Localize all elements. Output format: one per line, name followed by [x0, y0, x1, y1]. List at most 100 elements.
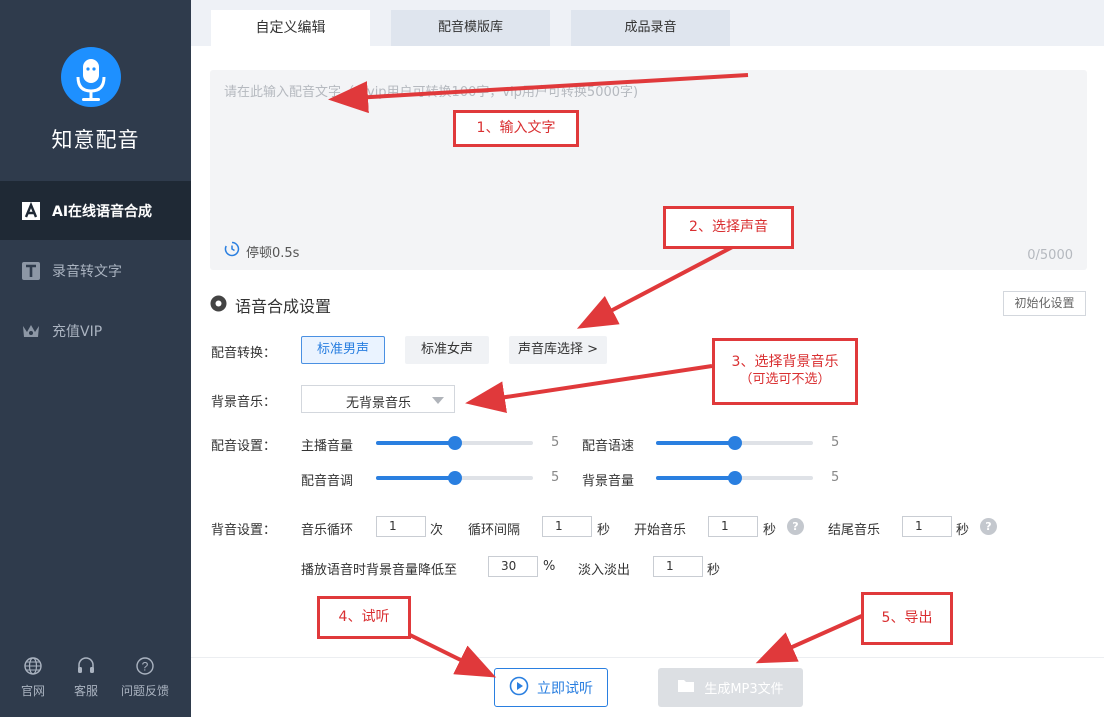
- official-site-link[interactable]: 官网: [5, 656, 61, 699]
- start-music-input[interactable]: 1: [708, 516, 758, 537]
- bg-settings-label: 背音设置：: [211, 523, 277, 538]
- voice-library-button[interactable]: 声音库选择 >: [509, 336, 607, 364]
- pitch-value: 5: [551, 470, 560, 485]
- bgm-volume-value: 5: [831, 470, 840, 485]
- slider-label-host-volume: 主播音量: [301, 439, 354, 454]
- host-volume-value: 5: [551, 435, 560, 450]
- crown-icon: [21, 321, 40, 340]
- start-music-help-icon[interactable]: ?: [787, 518, 804, 535]
- host-volume-slider[interactable]: [376, 436, 533, 450]
- duck-unit: %: [543, 559, 556, 574]
- annotation-step-3: 3、选择背景音乐 （可选可不选）: [712, 338, 858, 405]
- play-label: 立即试听: [537, 680, 593, 697]
- voice-label: 配音转换：: [211, 346, 277, 361]
- folder-icon: [677, 678, 695, 697]
- end-music-help-icon[interactable]: ?: [980, 518, 997, 535]
- slider-fill: [376, 441, 455, 445]
- slider-fill: [656, 476, 735, 480]
- voice-standard-female-button[interactable]: 标准女声: [405, 336, 489, 364]
- end-music-label: 结尾音乐: [828, 523, 881, 538]
- slider-label-pitch: 配音音调: [301, 474, 354, 489]
- sidebar-item-speech-to-text[interactable]: 录音转文字: [0, 241, 191, 300]
- tab-custom-edit[interactable]: 自定义编辑: [211, 10, 370, 46]
- duck-label: 播放语音时背景音量降低至: [301, 563, 458, 578]
- tab-finished-recordings[interactable]: 成品录音: [571, 10, 730, 46]
- text-editor[interactable]: 请在此输入配音文字（非vip用户可转换100字，vip用户可转换5000字) 停…: [210, 70, 1087, 270]
- end-music-unit: 秒: [956, 523, 970, 538]
- bottom-link-label: 官网: [20, 684, 45, 698]
- text-a-icon: [21, 201, 40, 220]
- loop-label: 音乐循环: [301, 523, 354, 538]
- speed-slider[interactable]: [656, 436, 813, 450]
- annotation-step-3-note: （可选可不选）: [739, 372, 831, 387]
- globe-icon: [5, 656, 61, 678]
- annotation-step-4: 4、试听: [317, 596, 411, 639]
- slider-thumb[interactable]: [447, 471, 462, 485]
- interval-label: 循环间隔: [468, 523, 521, 538]
- loop-interval-input[interactable]: 1: [542, 516, 592, 537]
- annotation-step-5: 5、导出: [861, 592, 953, 645]
- sidebar-item-label: 充值VIP: [52, 323, 103, 340]
- settings-title-text: 语音合成设置: [235, 297, 332, 316]
- pause-label: 停顿0.5s: [246, 245, 300, 261]
- char-count: 0/5000: [1027, 248, 1073, 263]
- pitch-slider[interactable]: [376, 471, 533, 485]
- sidebar-item-label: 录音转文字: [52, 263, 122, 280]
- fade-label: 淡入淡出: [578, 563, 631, 578]
- bgm-select[interactable]: 无背景音乐: [301, 385, 455, 413]
- speed-value: 5: [831, 435, 840, 450]
- app-logo-microphone-icon: [61, 47, 121, 107]
- start-music-label: 开始音乐: [634, 523, 687, 538]
- reset-settings-button[interactable]: 初始化设置: [1003, 291, 1086, 316]
- duck-volume-input[interactable]: 30: [488, 556, 538, 577]
- sidebar-item-vip[interactable]: 充值VIP: [0, 301, 191, 360]
- slider-fill: [376, 476, 455, 480]
- pause-insert-button[interactable]: 停顿0.5s: [224, 241, 299, 261]
- interval-unit: 秒: [597, 523, 611, 538]
- app-name: 知意配音: [51, 128, 140, 152]
- question-icon: ?: [115, 656, 175, 678]
- bottom-link-label: 问题反馈: [120, 684, 169, 698]
- bgm-volume-slider[interactable]: [656, 471, 813, 485]
- feedback-link[interactable]: ? 问题反馈: [115, 656, 175, 699]
- fade-unit: 秒: [707, 563, 721, 578]
- sidebar-item-ai-tts[interactable]: AI在线语音合成: [0, 181, 191, 240]
- export-label: 生成MP3文件: [704, 682, 784, 697]
- tabs-bar: 自定义编辑 配音模版库 成品录音: [191, 0, 1104, 46]
- bgm-label: 背景音乐：: [211, 395, 277, 410]
- slider-fill: [656, 441, 735, 445]
- annotation-step-2: 2、选择声音: [663, 206, 794, 249]
- sidebar-bottom-links: 官网 客服 ? 问题反馈: [0, 656, 191, 706]
- svg-text:?: ?: [142, 660, 149, 674]
- start-music-unit: 秒: [763, 523, 777, 538]
- slider-thumb[interactable]: [447, 436, 462, 450]
- end-music-input[interactable]: 1: [902, 516, 952, 537]
- editor-placeholder: 请在此输入配音文字（非vip用户可转换100字，vip用户可转换5000字): [224, 85, 639, 100]
- play-circle-icon: [509, 676, 529, 700]
- tab-template-library[interactable]: 配音模版库: [391, 10, 550, 46]
- bgm-selected-value: 无背景音乐: [346, 396, 412, 411]
- text-t-icon: [21, 261, 40, 280]
- slider-label-bgm-volume: 背景音量: [582, 474, 635, 489]
- annotation-step-3-title: 3、选择背景音乐: [731, 354, 839, 370]
- fade-input[interactable]: 1: [653, 556, 703, 577]
- slider-label-speed: 配音语速: [582, 439, 635, 454]
- bottom-link-label: 客服: [73, 684, 98, 698]
- dub-settings-label: 配音设置：: [211, 439, 277, 454]
- sidebar-item-label: AI在线语音合成: [52, 203, 153, 220]
- chevron-down-icon: [432, 397, 444, 404]
- slider-thumb[interactable]: [727, 471, 742, 485]
- settings-title: 语音合成设置: [210, 293, 331, 317]
- customer-service-link[interactable]: 客服: [58, 656, 114, 699]
- headset-icon: [58, 656, 114, 678]
- generate-mp3-button[interactable]: 生成MP3文件: [658, 668, 803, 707]
- preview-play-button[interactable]: 立即试听: [494, 668, 608, 707]
- slider-thumb[interactable]: [727, 436, 742, 450]
- voice-standard-male-button[interactable]: 标准男声: [301, 336, 385, 364]
- loop-count-input[interactable]: 1: [376, 516, 426, 537]
- clock-icon: [224, 241, 240, 261]
- action-bar: [191, 657, 1104, 717]
- sidebar: 知意配音 AI在线语音合成 录音转文字 充值VIP 官网 客服 ? 问题反馈: [0, 0, 191, 717]
- loop-unit: 次: [430, 523, 444, 538]
- annotation-step-1: 1、输入文字: [453, 110, 579, 147]
